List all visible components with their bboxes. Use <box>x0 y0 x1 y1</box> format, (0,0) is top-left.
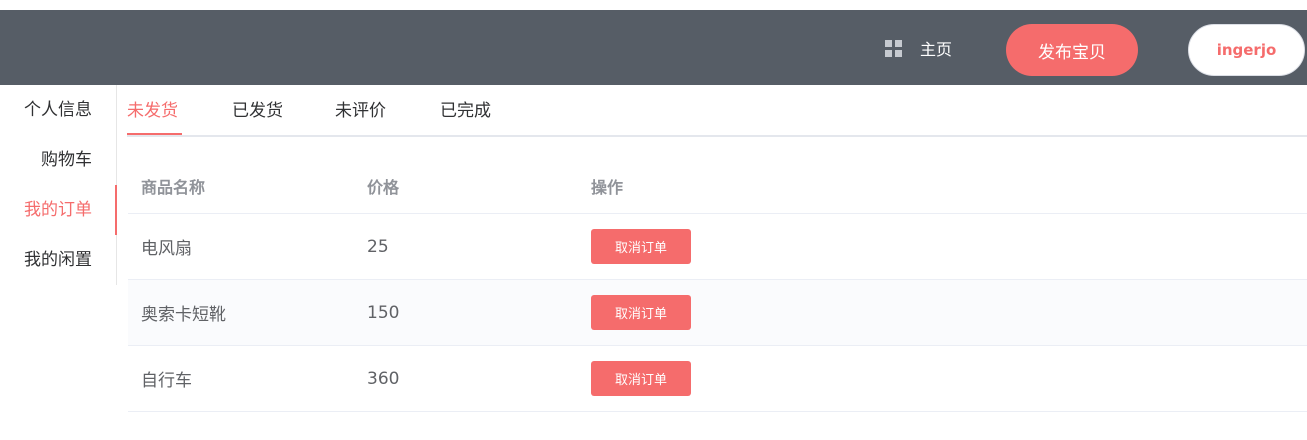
table-row: 电风扇 25 取消订单 <box>128 214 1307 280</box>
sidebar: 个人信息 购物车 我的订单 我的闲置 <box>0 85 117 285</box>
tab-active-underline <box>127 133 182 135</box>
tab-shipped[interactable]: 已发货 <box>232 85 283 135</box>
action-cell: 取消订单 <box>591 280 691 345</box>
tab-completed[interactable]: 已完成 <box>440 85 491 135</box>
column-header-price: 价格 <box>367 178 400 197</box>
product-price: 360 <box>367 368 400 389</box>
sidebar-item-orders[interactable]: 我的订单 <box>24 185 92 235</box>
table-header-row: 商品名称 价格 操作 <box>128 159 1307 214</box>
order-tabs: 未发货 已发货 未评价 已完成 <box>127 85 1307 137</box>
cancel-order-button[interactable]: 取消订单 <box>591 229 691 264</box>
orders-table: 商品名称 价格 操作 电风扇 25 取消订单 奥索卡短靴 150 取消订单 自行… <box>128 159 1307 412</box>
action-cell: 取消订单 <box>591 346 691 411</box>
table-row: 奥索卡短靴 150 取消订单 <box>128 280 1307 346</box>
sidebar-active-indicator <box>115 185 117 235</box>
home-link[interactable]: 主页 <box>885 37 952 59</box>
sidebar-item-profile[interactable]: 个人信息 <box>24 85 92 135</box>
user-button[interactable]: ingerjo <box>1188 24 1305 76</box>
product-price: 150 <box>367 302 400 323</box>
home-label: 主页 <box>920 40 953 59</box>
product-price: 25 <box>367 236 389 257</box>
publish-button[interactable]: 发布宝贝 <box>1006 24 1138 76</box>
sidebar-item-cart[interactable]: 购物车 <box>41 135 92 185</box>
column-header-name: 商品名称 <box>141 178 206 197</box>
action-cell: 取消订单 <box>591 214 691 279</box>
cancel-order-button[interactable]: 取消订单 <box>591 295 691 330</box>
tab-not-reviewed[interactable]: 未评价 <box>335 85 386 135</box>
grid-icon <box>885 39 902 57</box>
cancel-order-button[interactable]: 取消订单 <box>591 361 691 396</box>
product-name: 奥索卡短靴 <box>141 305 226 325</box>
tab-label: 未发货 <box>127 101 178 121</box>
column-header-action: 操作 <box>591 178 624 197</box>
tab-not-shipped[interactable]: 未发货 <box>127 85 182 135</box>
table-row: 自行车 360 取消订单 <box>128 346 1307 412</box>
top-header: 主页 发布宝贝 ingerjo <box>0 10 1307 85</box>
sidebar-item-idle[interactable]: 我的闲置 <box>24 235 92 285</box>
product-name: 自行车 <box>141 371 192 391</box>
product-name: 电风扇 <box>141 239 192 259</box>
